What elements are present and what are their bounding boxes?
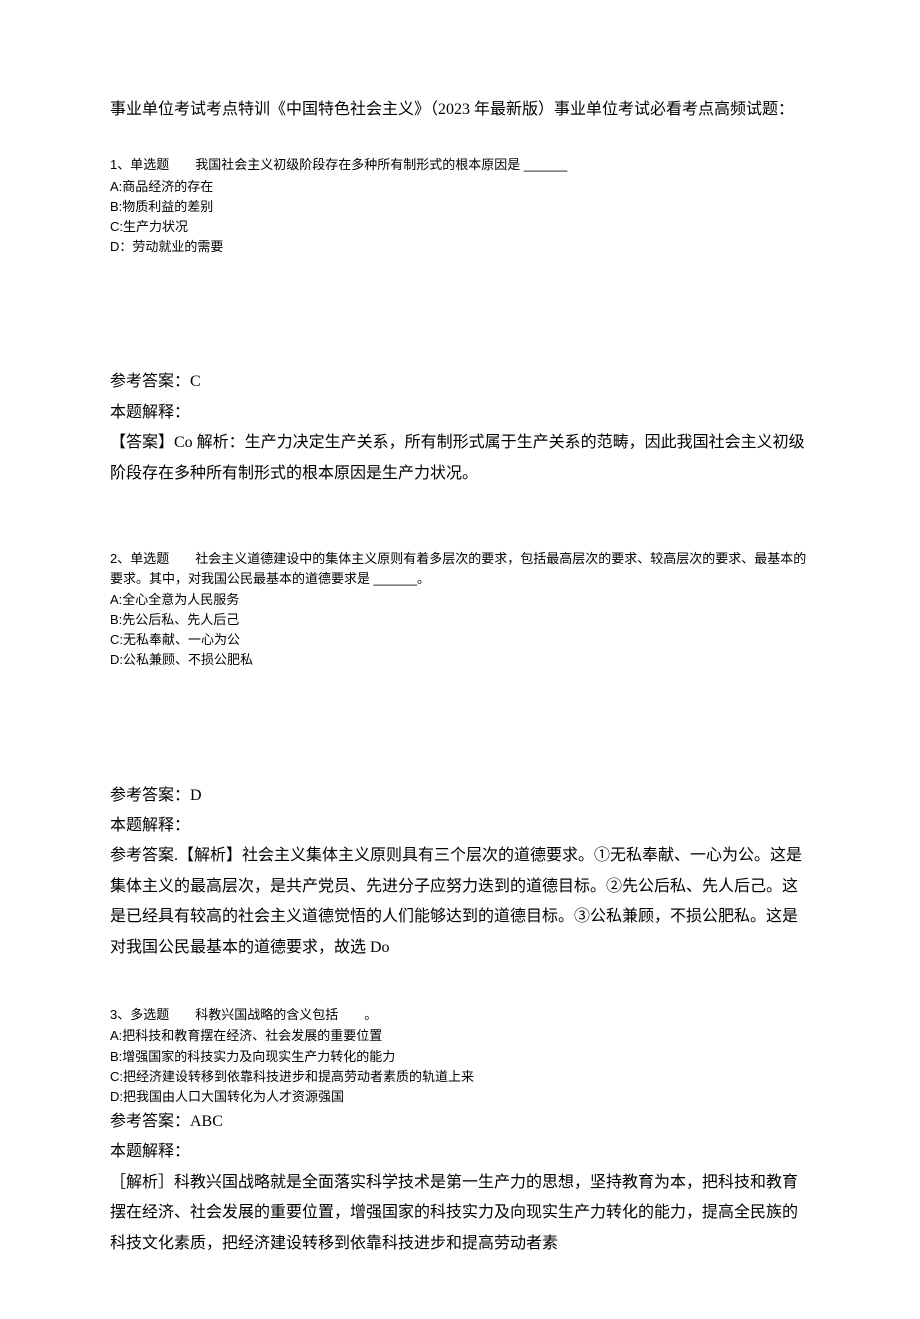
q2-answer: 参考答案：D <box>110 781 810 811</box>
q1-option-c: C:生产力状况 <box>110 217 810 237</box>
q2-option-d: D:公私兼顾、不损公肥私 <box>110 650 810 670</box>
q2-option-b: B:先公后私、先人后己 <box>110 610 810 630</box>
q1-option-d: D：劳动就业的需要 <box>110 237 810 257</box>
q3-option-c: C:把经济建设转移到依靠科技进步和提高劳动者素质的轨道上来 <box>110 1067 810 1087</box>
q3-answer-block: 参考答案：ABC 本题解释： ［解析］科教兴国战略就是全面落实科学技术是第一生产… <box>110 1107 810 1259</box>
q1-option-a: A:商品经济的存在 <box>110 177 810 197</box>
q2-explain-label: 本题解释： <box>110 811 810 841</box>
q1-explain: 【答案】Co 解析：生产力决定生产关系，所有制形式属于生产关系的范畴，因此我国社… <box>110 428 810 489</box>
q3-option-b: B:增强国家的科技实力及向现实生产力转化的能力 <box>110 1047 810 1067</box>
q1-options: A:商品经济的存在 B:物质利益的差别 C:生产力状况 D：劳动就业的需要 <box>110 177 810 258</box>
q2-answer-block: 参考答案：D 本题解释： 参考答案.【解析】社会主义集体主义原则具有三个层次的道… <box>110 781 810 963</box>
q2-explain: 参考答案.【解析】社会主义集体主义原则具有三个层次的道德要求。①无私奉献、一心为… <box>110 841 810 963</box>
page-content: 事业单位考试考点特训《中国特色社会主义》（2023 年最新版）事业单位考试必看考… <box>0 0 920 1319</box>
q3-option-a: A:把科技和教育摆在经济、社会发展的重要位置 <box>110 1026 810 1046</box>
q2-option-a: A:全心全意为人民服务 <box>110 590 810 610</box>
q3-option-d: D:把我国由人口大国转化为人才资源强国 <box>110 1087 810 1107</box>
q1-option-b: B:物质利益的差别 <box>110 197 810 217</box>
q3-answer: 参考答案：ABC <box>110 1107 810 1137</box>
q3-options: A:把科技和教育摆在经济、社会发展的重要位置 B:增强国家的科技实力及向现实生产… <box>110 1026 810 1107</box>
q1-header: 1、单选题 我国社会主义初级阶段存在多种所有制形式的根本原因是 ______ <box>110 155 810 175</box>
q3-header: 3、多选题 科教兴国战略的含义包括 。 <box>110 1005 810 1025</box>
q3-explain-label: 本题解释： <box>110 1137 810 1167</box>
q1-explain-label: 本题解释： <box>110 398 810 428</box>
q1-answer: 参考答案：C <box>110 367 810 397</box>
q2-options: A:全心全意为人民服务 B:先公后私、先人后己 C:无私奉献、一心为公 D:公私… <box>110 590 810 671</box>
q2-option-c: C:无私奉献、一心为公 <box>110 630 810 650</box>
q3-explain: ［解析］科教兴国战略就是全面落实科学技术是第一生产力的思想，坚持教育为本，把科技… <box>110 1168 810 1259</box>
q1-answer-block: 参考答案：C 本题解释： 【答案】Co 解析：生产力决定生产关系，所有制形式属于… <box>110 367 810 489</box>
document-title: 事业单位考试考点特训《中国特色社会主义》（2023 年最新版）事业单位考试必看考… <box>110 95 810 125</box>
q2-header: 2、单选题 社会主义道德建设中的集体主义原则有着多层次的要求，包括最高层次的要求… <box>110 549 810 588</box>
